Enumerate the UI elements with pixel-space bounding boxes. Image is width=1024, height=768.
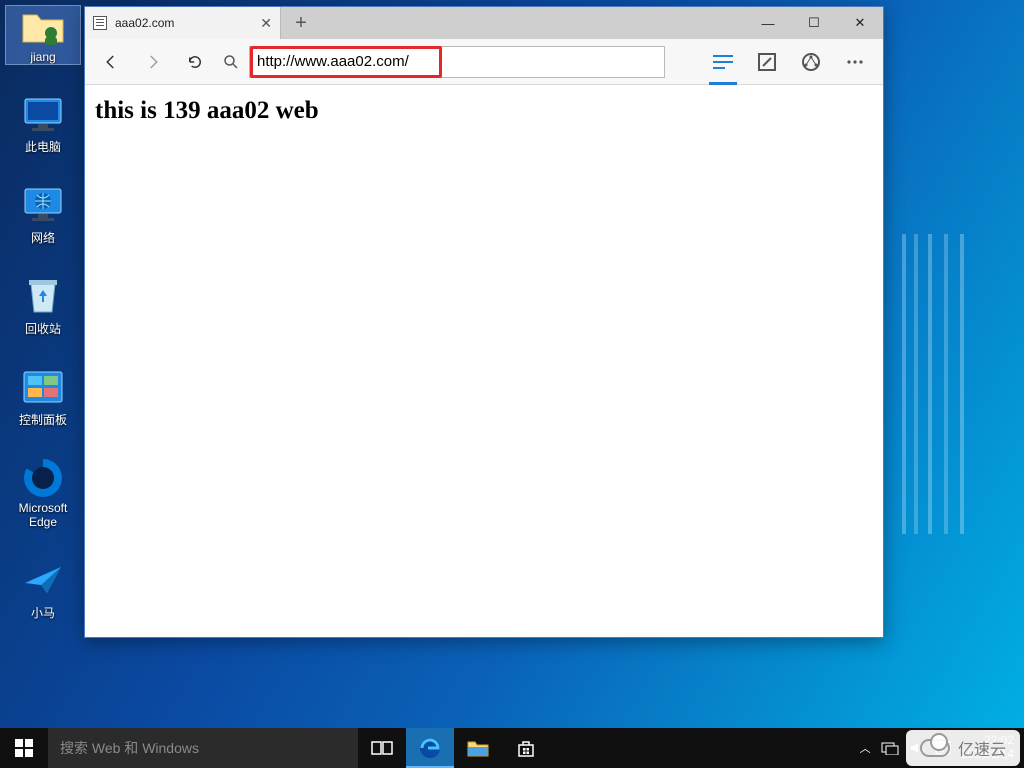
reading-lines-icon [712, 53, 734, 71]
search-icon [219, 53, 243, 71]
desktop-icons: jiang 此电脑 网络 回收站 控制面板 [6, 6, 80, 621]
forward-button[interactable] [135, 44, 171, 80]
new-tab-button[interactable]: + [281, 7, 321, 39]
paperplane-icon [20, 560, 66, 600]
icon-label: 此电脑 [25, 138, 61, 155]
folder-taskbar-icon [466, 738, 490, 758]
icon-label: 小马 [31, 604, 55, 621]
folder-icon [20, 6, 66, 46]
address-bar[interactable] [249, 46, 665, 78]
tab-title: aaa02.com [115, 16, 174, 30]
web-note-button[interactable] [747, 42, 787, 82]
monitor-icon [20, 94, 66, 134]
share-button[interactable] [791, 42, 831, 82]
reading-view-button[interactable] [703, 42, 743, 82]
url-input[interactable] [257, 53, 435, 70]
maximize-button[interactable]: ☐ [791, 7, 837, 39]
icon-label: 控制面板 [19, 411, 67, 428]
watermark: 亿速云 [906, 730, 1020, 766]
browser-tab[interactable]: aaa02.com ✕ [85, 7, 281, 39]
edge-icon [20, 458, 66, 498]
control-panel-icon[interactable]: 控制面板 [6, 367, 80, 428]
taskbar-search[interactable]: 搜索 Web 和 Windows [48, 728, 358, 768]
back-button[interactable] [93, 44, 129, 80]
more-button[interactable] [835, 42, 875, 82]
bin-icon [20, 276, 66, 316]
minimize-button[interactable]: — [745, 7, 791, 39]
address-highlight [250, 46, 442, 78]
note-icon [757, 52, 777, 72]
ellipsis-icon [845, 52, 865, 72]
arrow-left-icon [102, 53, 120, 71]
edge-desktop-icon[interactable]: Microsoft Edge [6, 458, 80, 530]
page-content: this is 139 aaa02 web [85, 85, 883, 637]
watermark-text: 亿速云 [958, 736, 1006, 760]
page-heading: this is 139 aaa02 web [95, 97, 873, 125]
toolbar-right [703, 42, 875, 82]
taskbar: 搜索 Web 和 Windows ︿ 22:02 2020/1/14 [0, 728, 1024, 768]
tab-bar: aaa02.com ✕ + — ☐ ✕ [85, 7, 883, 39]
icon-label: jiang [30, 50, 55, 64]
edge-taskbar-icon [418, 736, 442, 760]
taskbar-edge[interactable] [406, 728, 454, 768]
start-button[interactable] [0, 728, 48, 768]
network-tray-icon[interactable] [881, 741, 899, 755]
tray-chevron-up-icon[interactable]: ︿ [860, 740, 871, 756]
task-view-button[interactable] [358, 728, 406, 768]
icon-label: 回收站 [25, 320, 61, 337]
close-tab-icon[interactable]: ✕ [260, 15, 272, 32]
desktop: jiang 此电脑 网络 回收站 控制面板 [0, 0, 1024, 768]
browser-window: aaa02.com ✕ + — ☐ ✕ [84, 6, 884, 638]
windows-icon [15, 739, 33, 757]
search-placeholder: 搜索 Web 和 Windows [60, 738, 199, 758]
refresh-icon [186, 53, 204, 71]
arrow-right-icon [144, 53, 162, 71]
recycle-bin-icon[interactable]: 回收站 [6, 276, 80, 337]
control-panel-glyph-icon [20, 367, 66, 407]
this-pc-icon[interactable]: 此电脑 [6, 94, 80, 155]
network-monitor-icon [20, 185, 66, 225]
page-icon [93, 16, 107, 30]
browser-toolbar [85, 39, 883, 85]
cloud-icon [920, 739, 950, 757]
share-icon [800, 51, 822, 73]
window-controls: — ☐ ✕ [745, 7, 883, 39]
wallpaper-rays [894, 234, 1024, 534]
task-view-icon [371, 739, 393, 757]
xiaoma-icon[interactable]: 小马 [6, 560, 80, 621]
taskbar-explorer[interactable] [454, 728, 502, 768]
network-icon[interactable]: 网络 [6, 185, 80, 246]
refresh-button[interactable] [177, 44, 213, 80]
icon-label: Microsoft Edge [6, 502, 80, 530]
close-window-button[interactable]: ✕ [837, 7, 883, 39]
taskbar-store[interactable] [502, 728, 550, 768]
store-icon [515, 737, 537, 759]
icon-label: 网络 [31, 229, 55, 246]
user-folder-icon[interactable]: jiang [6, 6, 80, 64]
